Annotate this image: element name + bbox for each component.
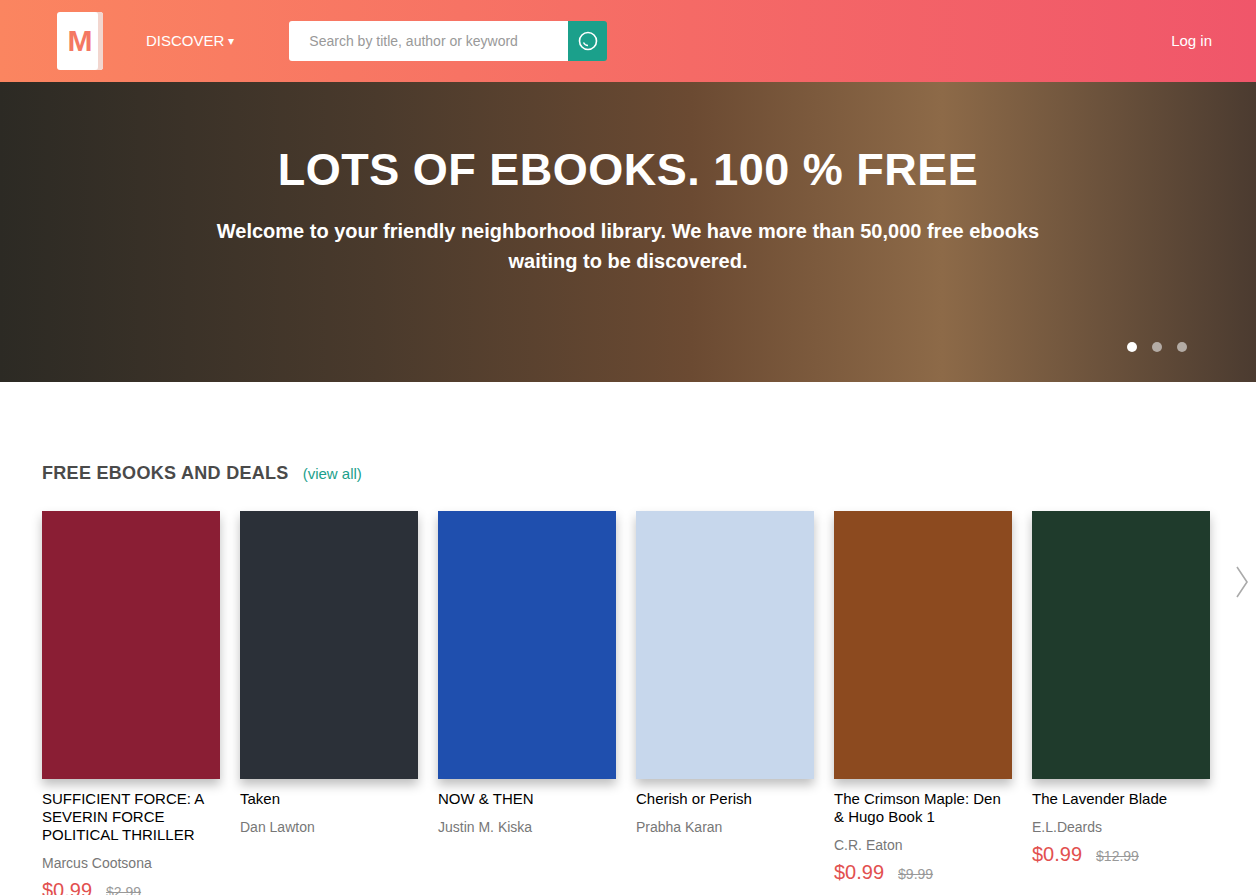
book-card[interactable]: Cherish or Perish Prabha Karan [636,511,814,895]
book-price: $0.99 [42,878,92,895]
logo[interactable]: M [57,12,103,70]
book-old-price: $12.99 [1096,846,1139,867]
book-cover[interactable] [42,511,220,779]
book-cover[interactable] [1032,511,1210,779]
carousel-dot[interactable] [1177,342,1187,352]
price-row: $0.99 $9.99 [834,860,1012,885]
carousel-dots [1127,342,1187,352]
chevron-right-icon [1235,565,1249,599]
search-input[interactable] [289,21,568,61]
book-card[interactable]: The Crimson Maple: Den & Hugo Book 1 C.R.… [834,511,1012,895]
book-title[interactable]: The Lavender Blade [1032,790,1210,808]
carousel-dot[interactable] [1152,342,1162,352]
book-list: SUFFICIENT FORCE: A SEVERIN FORCE POLITI… [42,511,1256,895]
top-bar: M DISCOVER▾ Log in [0,0,1256,82]
book-old-price: $9.99 [898,864,933,885]
logo-letter: M [68,26,93,56]
book-card[interactable]: SUFFICIENT FORCE: A SEVERIN FORCE POLITI… [42,511,220,895]
discover-label[interactable]: DISCOVER [146,30,224,53]
book-title[interactable]: Taken [240,790,418,808]
book-old-price: $2.99 [106,882,141,895]
book-card[interactable]: Taken Dan Lawton [240,511,418,895]
search-bar [289,21,607,61]
book-author[interactable]: Justin M. Kiska [438,819,616,836]
book-cover[interactable] [636,511,814,779]
hero-subtitle: Welcome to your friendly neighborhood li… [213,216,1043,276]
price-row: $0.99 $12.99 [1032,842,1210,867]
book-cover[interactable] [240,511,418,779]
carousel-dot[interactable] [1127,342,1137,352]
book-title[interactable]: SUFFICIENT FORCE: A SEVERIN FORCE POLITI… [42,790,220,844]
book-cover[interactable] [438,511,616,779]
book-title[interactable]: The Crimson Maple: Den & Hugo Book 1 [834,790,1012,826]
book-price: $0.99 [834,860,884,884]
hero-title: LOTS OF EBOOKS. 100 % FREE [278,144,979,196]
view-all-link[interactable]: (view all) [303,463,362,486]
book-card[interactable]: NOW & THEN Justin M. Kiska [438,511,616,895]
book-card[interactable]: The Lavender Blade E.L.Deards $0.99 $12.99 [1032,511,1210,895]
hero-banner: LOTS OF EBOOKS. 100 % FREE Welcome to yo… [0,82,1256,382]
price-row: $0.99 $2.99 [42,878,220,895]
next-arrow[interactable] [1232,562,1252,602]
discover-menu[interactable]: DISCOVER▾ [146,30,234,53]
book-title[interactable]: Cherish or Perish [636,790,814,808]
search-icon [577,30,599,52]
book-author[interactable]: C.R. Eaton [834,837,1012,854]
book-price: $0.99 [1032,842,1082,866]
book-title[interactable]: NOW & THEN [438,790,616,808]
book-author[interactable]: Prabha Karan [636,819,814,836]
book-cover[interactable] [834,511,1012,779]
section-title: FREE EBOOKS AND DEALS [42,460,289,487]
login-link[interactable]: Log in [1171,30,1212,53]
search-button[interactable] [568,21,607,61]
deals-section: FREE EBOOKS AND DEALS (view all) SUFFICI… [0,382,1256,895]
book-author[interactable]: E.L.Deards [1032,819,1210,836]
book-author[interactable]: Dan Lawton [240,819,418,836]
book-author[interactable]: Marcus Cootsona [42,855,220,872]
dropdown-arrow-icon[interactable]: ▾ [228,32,234,50]
